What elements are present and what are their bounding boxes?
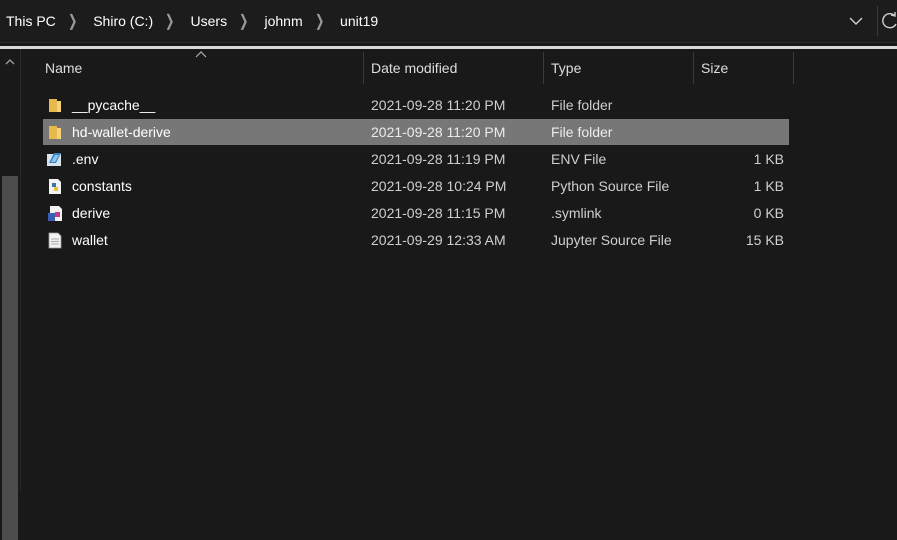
file-row[interactable]: __pycache__ 2021-09-28 11:20 PM File fol… — [43, 92, 789, 118]
file-row[interactable]: constants 2021-09-28 10:24 PM Python Sou… — [43, 173, 789, 199]
column-header-size[interactable]: Size — [701, 52, 728, 84]
chevron-down-icon — [849, 17, 863, 25]
file-type: Python Source File — [551, 178, 670, 194]
folder-icon — [46, 119, 64, 145]
folder-icon — [46, 92, 64, 118]
breadcrumb-unit19[interactable]: unit19 — [334, 13, 380, 29]
file-size — [703, 92, 784, 118]
file-type: .symlink — [551, 205, 602, 221]
file-name: constants — [72, 178, 132, 194]
file-date-modified: 2021-09-28 11:20 PM — [371, 97, 506, 113]
file-row[interactable]: .env 2021-09-28 11:19 PM ENV File 1 KB — [43, 146, 789, 172]
address-history-button[interactable] — [840, 8, 872, 34]
column-divider[interactable] — [693, 52, 694, 84]
file-type: ENV File — [551, 151, 607, 167]
breadcrumb: This PC ❯ Shiro (C:) ❯ Users ❯ johnm ❯ u… — [0, 0, 380, 42]
navigation-pane[interactable] — [0, 49, 21, 540]
divider — [0, 46, 897, 49]
address-divider — [877, 6, 878, 36]
address-bar[interactable]: This PC ❯ Shiro (C:) ❯ Users ❯ johnm ❯ u… — [0, 0, 897, 43]
chevron-right-icon[interactable]: ❯ — [309, 11, 330, 31]
file-row-selected[interactable]: hd-wallet-derive 2021-09-28 11:20 PM Fil… — [43, 119, 789, 145]
file-name: hd-wallet-derive — [72, 124, 171, 140]
chevron-right-icon[interactable]: ❯ — [62, 11, 83, 31]
file-type: File folder — [551, 124, 613, 140]
document-file-icon — [46, 227, 64, 253]
column-divider[interactable] — [363, 52, 364, 84]
file-name: __pycache__ — [72, 97, 156, 113]
scrollbar-thumb[interactable] — [2, 176, 18, 540]
file-date-modified: 2021-09-28 11:20 PM — [371, 124, 506, 140]
file-date-modified: 2021-09-28 11:15 PM — [371, 205, 506, 221]
file-date-modified: 2021-09-28 11:19 PM — [371, 151, 506, 167]
file-size: 1 KB — [753, 151, 784, 167]
refresh-button[interactable] — [882, 8, 897, 34]
chevron-right-icon[interactable]: ❯ — [160, 11, 181, 31]
column-header-date-modified[interactable]: Date modified — [371, 52, 457, 84]
file-date-modified: 2021-09-28 10:24 PM — [371, 178, 507, 194]
chevron-right-icon[interactable]: ❯ — [233, 11, 254, 31]
file-size: 15 KB — [745, 232, 784, 248]
column-header-name[interactable]: Name — [45, 52, 82, 84]
file-row[interactable]: wallet 2021-09-29 12:33 AM Jupyter Sourc… — [43, 227, 789, 253]
breadcrumb-users[interactable]: Users — [185, 13, 230, 29]
file-size: 0 KB — [753, 205, 784, 221]
scroll-up-button[interactable] — [3, 55, 17, 69]
column-divider[interactable] — [793, 52, 794, 84]
file-row[interactable]: derive 2021-09-28 11:15 PM .symlink 0 KB — [43, 200, 789, 226]
file-size — [703, 119, 784, 145]
breadcrumb-this-pc[interactable]: This PC — [0, 13, 58, 29]
column-header-type[interactable]: Type — [551, 52, 581, 84]
column-header-row: Name Date modified Type Size — [42, 52, 794, 84]
file-size: 1 KB — [753, 178, 784, 194]
breadcrumb-johnm[interactable]: johnm — [258, 13, 304, 29]
file-name: wallet — [72, 232, 108, 248]
symlink-file-icon — [46, 200, 64, 226]
file-date-modified: 2021-09-29 12:33 AM — [371, 232, 506, 248]
chevron-up-icon — [5, 59, 15, 65]
python-file-icon — [46, 173, 64, 199]
file-name: derive — [72, 205, 111, 221]
refresh-icon — [882, 12, 897, 29]
file-type: File folder — [551, 97, 613, 113]
column-divider[interactable] — [543, 52, 544, 84]
file-type: Jupyter Source File — [551, 232, 672, 248]
file-name: .env — [72, 151, 99, 167]
env-file-icon — [46, 146, 64, 172]
breadcrumb-drive[interactable]: Shiro (C:) — [87, 13, 155, 29]
